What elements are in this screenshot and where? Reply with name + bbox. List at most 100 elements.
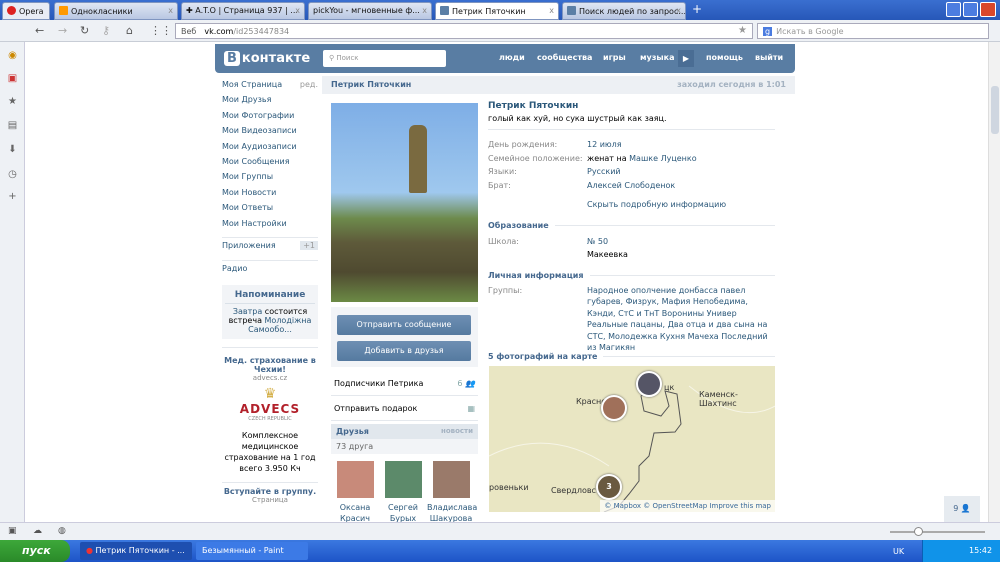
profile-status[interactable]: голый как хуй, но сука шустрый как заяц.	[488, 114, 775, 130]
tab-profile[interactable]: Петрик Пяточкин x	[435, 2, 559, 20]
map-heading[interactable]: 5 фотографий на карте	[488, 350, 775, 362]
system-tray: 15:42	[922, 540, 1000, 562]
nav-help[interactable]: помощь	[706, 53, 743, 62]
tab-pickyou[interactable]: pickYou - мгновенные ф... x	[308, 2, 432, 20]
map-photo-pin[interactable]	[636, 371, 662, 397]
add-friend-button[interactable]: Добавить в друзья	[337, 341, 471, 361]
left-menu: ред. Моя Страница Мои Друзья Мои Фотограф…	[222, 80, 318, 504]
unite-icon[interactable]: ◍	[58, 526, 66, 536]
minimize-button[interactable]	[946, 2, 961, 17]
map-attribution[interactable]: © Mapbox © OpenStreetMap Improve this ma…	[600, 500, 775, 512]
friends-count[interactable]: 73 друга	[331, 439, 478, 454]
border-line	[489, 385, 775, 512]
map-photo-pin[interactable]	[601, 395, 627, 421]
edit-link[interactable]: ред.	[300, 80, 318, 89]
scrollbar-thumb[interactable]	[991, 86, 999, 134]
tab-ato[interactable]: ✚ A.T.O | Страница 937 | ... x	[181, 2, 305, 20]
last-seen: заходил сегодня в 1:01	[677, 80, 786, 89]
google-icon: g	[763, 27, 773, 36]
speed-dial-icon[interactable]: ⋮⋮	[150, 24, 172, 37]
menu-news[interactable]: Мои Новости	[222, 188, 318, 203]
chat-button[interactable]: 9 👤	[944, 496, 980, 522]
tab-odnoklassniki[interactable]: Однокласники x	[54, 2, 178, 20]
vk-search-input[interactable]: ⚲ Поиск	[323, 50, 446, 67]
nav-communities[interactable]: сообщества	[537, 53, 592, 62]
close-icon[interactable]: x	[549, 6, 554, 15]
taskbar-item-paint[interactable]: Безымянный - Paint	[196, 542, 308, 560]
send-gift-link[interactable]: ▦ Отправить подарок	[331, 396, 478, 421]
back-icon[interactable]: ←	[35, 24, 44, 37]
veb-label: Веб	[181, 27, 197, 36]
vk-logo[interactable]: Вконтакте	[224, 51, 310, 66]
menu-audio[interactable]: Мои Аудиозаписи	[222, 142, 318, 157]
friend-item[interactable]: Владислава Шакурова	[427, 461, 477, 524]
google-search-input[interactable]: g Искать в Google	[757, 23, 989, 39]
opera-menu-button[interactable]: Opera	[2, 2, 50, 20]
menu-friends[interactable]: Мои Друзья	[222, 95, 318, 110]
tab-people-search[interactable]: Поиск людей по запрос... x	[562, 2, 686, 20]
star-icon[interactable]: ★	[7, 96, 18, 107]
apps-badge: +1	[300, 240, 318, 250]
menu-messages[interactable]: Мои Сообщения	[222, 157, 318, 172]
menu-photos[interactable]: Мои Фотографии	[222, 111, 318, 126]
people-icon: 👥	[465, 379, 475, 388]
turbo-icon[interactable]: ☁	[33, 526, 42, 536]
menu-answers[interactable]: Мои Ответы	[222, 203, 318, 218]
tab-bar: Opera Однокласники x ✚ A.T.O | Страница 9…	[0, 0, 1000, 20]
personal-heading: Личная информация	[488, 271, 775, 280]
nav-games[interactable]: игры	[603, 53, 626, 62]
friend-item[interactable]: Оксана Красич	[331, 461, 379, 524]
hide-info-link[interactable]: Скрыть подробную информацию	[587, 198, 726, 212]
close-window-button[interactable]	[980, 2, 996, 17]
menu-groups[interactable]: Мои Группы	[222, 172, 318, 187]
friend-avatar	[384, 461, 422, 498]
url-input[interactable]: Веб vk.com/id253447834 ★	[175, 23, 753, 39]
speed-dial-icon[interactable]: ◉	[7, 50, 18, 61]
menu-videos[interactable]: Мои Видеозаписи	[222, 126, 318, 141]
play-icon[interactable]: ▶	[678, 50, 694, 67]
forward-icon[interactable]: →	[58, 24, 67, 37]
page-scrollbar[interactable]	[988, 42, 1000, 522]
ad-group[interactable]: Вступайте в группу. Страница	[222, 487, 318, 504]
menu-settings[interactable]: Мои Настройки	[222, 219, 318, 234]
notes-icon[interactable]: ▤	[7, 120, 18, 131]
downloads-icon[interactable]: ⬇	[7, 144, 18, 155]
menu-my-page[interactable]: ред. Моя Страница	[222, 80, 318, 95]
photo-map[interactable]: Красно цк Каменск-Шахтинс ровеньки Сверд…	[489, 366, 775, 512]
ad-insurance[interactable]: Мед. страхование в Чехии! advecs.cz ♛ AD…	[222, 356, 318, 474]
home-icon[interactable]: ⌂	[126, 24, 133, 37]
zoom-slider-thumb[interactable]	[914, 527, 923, 536]
close-icon[interactable]: x	[676, 6, 681, 15]
maximize-button[interactable]	[963, 2, 978, 17]
close-icon[interactable]: x	[295, 6, 300, 15]
friends-news-link[interactable]: новости	[441, 427, 473, 435]
friend-item[interactable]: Сергей Бурых	[379, 461, 427, 524]
key-icon[interactable]: ⚷	[102, 24, 110, 37]
zoom-slider[interactable]	[890, 527, 985, 536]
nav-music[interactable]: музыка	[640, 53, 674, 62]
nav-logout[interactable]: выйти	[755, 53, 783, 62]
add-panel-icon[interactable]: +	[7, 191, 18, 202]
taskbar-item-opera[interactable]: ● Петрик Пяточкин - ...	[80, 542, 192, 560]
panel-toggle-icon[interactable]: ▣	[8, 526, 17, 536]
history-icon[interactable]: ◷	[7, 169, 18, 180]
start-button[interactable]: пуск	[0, 540, 70, 562]
map-photo-cluster[interactable]: 3	[596, 474, 622, 500]
bookmarks-icon[interactable]: ▣	[7, 73, 18, 84]
opera-sidebar: ◉ ▣ ★ ▤ ⬇ ◷ +	[0, 42, 25, 522]
bookmark-star-icon[interactable]: ★	[738, 25, 747, 36]
reload-icon[interactable]: ↻	[80, 24, 89, 37]
profile-photo[interactable]	[331, 103, 478, 302]
menu-apps[interactable]: +1 Приложения	[222, 240, 318, 257]
friend-avatar	[336, 461, 374, 498]
send-message-button[interactable]: Отправить сообщение	[337, 315, 471, 335]
nav-people[interactable]: люди	[499, 53, 525, 62]
language-indicator[interactable]: UK	[893, 547, 904, 556]
close-icon[interactable]: x	[168, 6, 173, 15]
new-tab-button[interactable]: +	[692, 2, 702, 16]
close-icon[interactable]: x	[422, 6, 427, 15]
friends-header[interactable]: новости Друзья	[331, 424, 478, 439]
vk-header: Вконтакте ⚲ Поиск люди сообщества игры м…	[215, 44, 795, 73]
subscribers-link[interactable]: 6 👥 Подписчики Петрика	[331, 371, 478, 396]
menu-radio[interactable]: Радио	[222, 264, 318, 279]
